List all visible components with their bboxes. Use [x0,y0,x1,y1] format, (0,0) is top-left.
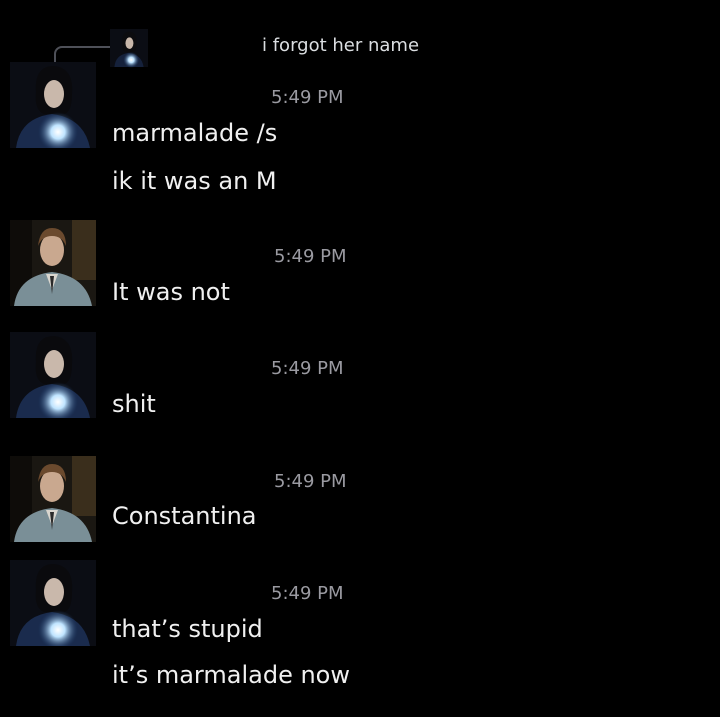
avatar[interactable] [10,220,96,306]
message-text: marmalade /s [112,119,278,147]
message-text: Constantina [112,502,257,530]
snape-avatar-icon [10,62,96,148]
message-timestamp: 5:49 PM [274,471,347,492]
message-text: shit [112,390,156,418]
snape-avatar-icon [110,29,148,68]
message-timestamp: 5:49 PM [271,87,344,108]
lupin-avatar-icon [10,456,96,542]
message-timestamp: 5:49 PM [271,583,344,604]
avatar[interactable] [10,560,96,646]
message-text: that’s stupid [112,615,263,643]
snape-avatar-icon [10,560,96,646]
avatar[interactable] [10,62,96,148]
message-timestamp: 5:49 PM [271,358,344,379]
avatar[interactable] [10,456,96,542]
message-text: ik it was an M [112,167,277,195]
reply-preview-text[interactable]: i forgot her name [262,35,419,56]
reply-avatar[interactable] [110,26,148,70]
lupin-avatar-icon [10,220,96,306]
message-timestamp: 5:49 PM [274,246,347,267]
message-text: it’s marmalade now [112,661,350,689]
avatar[interactable] [10,332,96,418]
snape-avatar-icon [10,332,96,418]
message-text: It was not [112,278,230,306]
